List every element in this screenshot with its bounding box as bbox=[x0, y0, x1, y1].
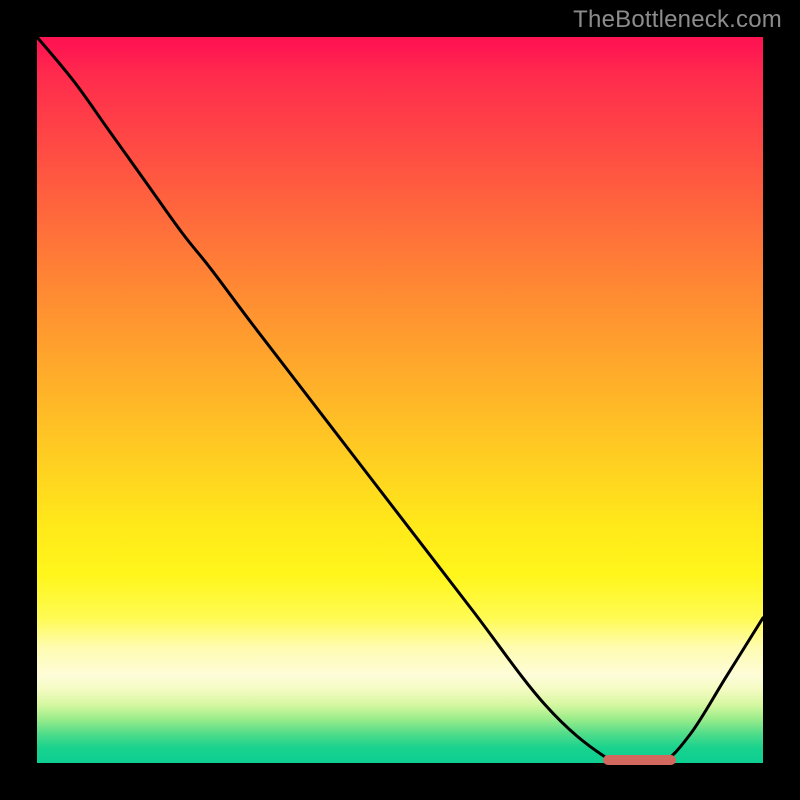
optimum-marker bbox=[603, 755, 676, 765]
bottleneck-curve-line bbox=[37, 37, 763, 766]
chart-stage: TheBottleneck.com bbox=[0, 0, 800, 800]
curve-svg bbox=[37, 37, 763, 763]
plot-area bbox=[37, 37, 763, 763]
watermark-text: TheBottleneck.com bbox=[573, 6, 782, 34]
